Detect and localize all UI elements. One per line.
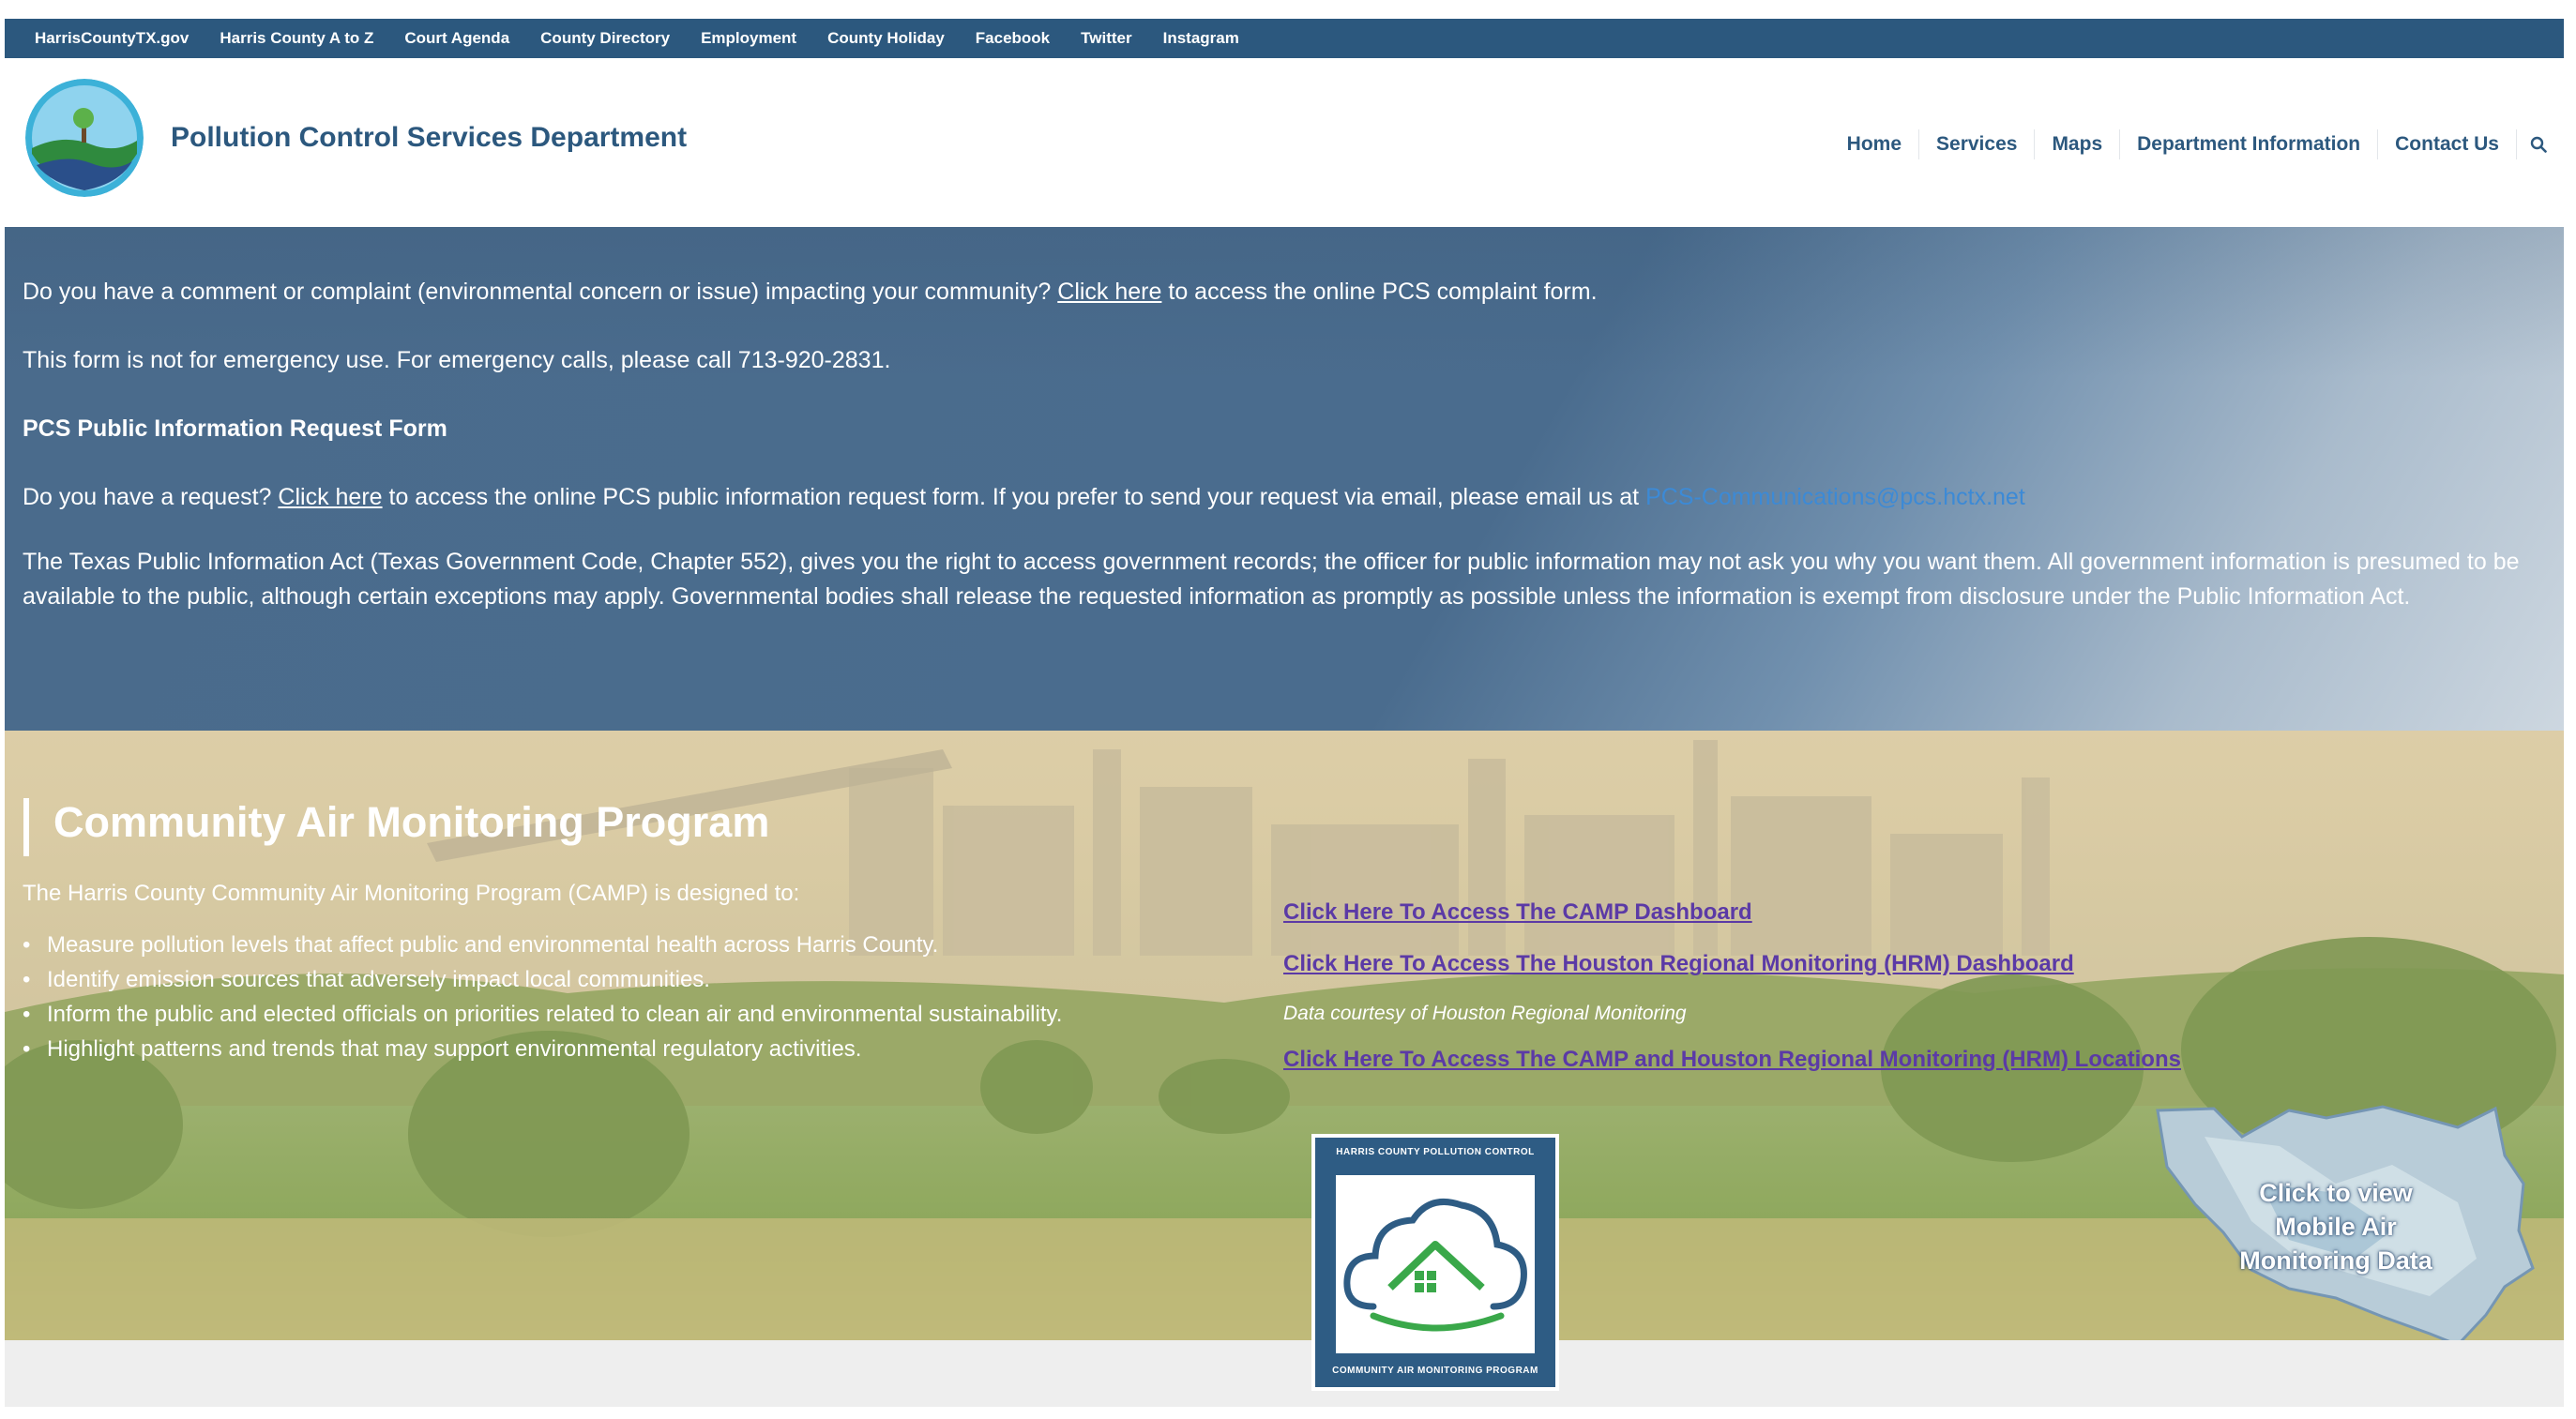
emergency-text: This form is not for emergency use. For …: [23, 347, 891, 373]
cloud-house-icon: [1336, 1175, 1535, 1353]
list-item: Identify emission sources that adversely…: [23, 962, 1062, 997]
nav-contact-us[interactable]: Contact Us: [2378, 129, 2517, 159]
search-icon[interactable]: [2517, 132, 2554, 157]
mobile-text-line3: Monitoring Data: [2239, 1246, 2432, 1275]
utility-link-facebook[interactable]: Facebook: [976, 29, 1050, 48]
utility-link-harriscountytx[interactable]: HarrisCountyTX.gov: [35, 29, 189, 48]
main-nav: Home Services Maps Department Informatio…: [1830, 129, 2554, 159]
complaint-after: to access the online PCS complaint form.: [1161, 279, 1598, 305]
camp-goals-list: Measure pollution levels that affect pub…: [23, 928, 1062, 1066]
camp-hrm-locations-link[interactable]: Click Here To Access The CAMP and Housto…: [1283, 1047, 2181, 1073]
camp-dashboard-link[interactable]: Click Here To Access The CAMP Dashboard: [1283, 899, 1752, 926]
site-title[interactable]: Pollution Control Services Department: [171, 122, 687, 154]
department-logo-icon[interactable]: [25, 79, 144, 197]
camp-title: Community Air Monitoring Program: [53, 798, 770, 846]
list-item: Measure pollution levels that affect pub…: [23, 928, 1062, 962]
list-item: Inform the public and elected officials …: [23, 997, 1062, 1032]
utility-link-instagram[interactable]: Instagram: [1163, 29, 1239, 48]
complaint-form-link[interactable]: Click here: [1057, 279, 1161, 305]
info-section: Do you have a comment or complaint (envi…: [5, 227, 2564, 731]
page-frame: HarrisCountyTX.gov Harris County A to Z …: [5, 19, 2564, 1407]
request-before: Do you have a request?: [23, 484, 279, 510]
camp-intro: The Harris County Community Air Monitori…: [23, 881, 800, 906]
utility-link-a-to-z[interactable]: Harris County A to Z: [220, 29, 373, 48]
utility-link-employment[interactable]: Employment: [701, 29, 796, 48]
utility-link-court-agenda[interactable]: Court Agenda: [404, 29, 509, 48]
complaint-text: Do you have a comment or complaint (envi…: [23, 275, 2546, 309]
hrm-dashboard-link[interactable]: Click Here To Access The Houston Regiona…: [1283, 951, 2074, 977]
public-information-act-text: The Texas Public Information Act (Texas …: [23, 549, 2520, 610]
mobile-text-line1: Click to view: [2259, 1179, 2413, 1207]
utility-link-county-directory[interactable]: County Directory: [540, 29, 670, 48]
list-item: Highlight patterns and trends that may s…: [23, 1032, 1062, 1066]
footer-band: [5, 1340, 2564, 1407]
camp-badge[interactable]: HARRIS COUNTY POLLUTION CONTROL COMMUNIT…: [1311, 1134, 1559, 1391]
utility-link-county-holiday[interactable]: County Holiday: [827, 29, 945, 48]
mobile-text-line2: Mobile Air: [2275, 1213, 2397, 1241]
complaint-before: Do you have a comment or complaint (envi…: [23, 279, 1058, 305]
email-link[interactable]: PCS-Communications@pcs.hctx.net: [1645, 484, 2025, 510]
data-courtesy-note: Data courtesy of Houston Regional Monito…: [1283, 1003, 1687, 1024]
nav-maps[interactable]: Maps: [2035, 129, 2121, 159]
badge-bottom-text: COMMUNITY AIR MONITORING PROGRAM: [1332, 1366, 1538, 1376]
request-middle: to access the online PCS public informat…: [382, 484, 1646, 510]
badge-top-text: HARRIS COUNTY POLLUTION CONTROL: [1336, 1147, 1535, 1157]
utility-link-twitter[interactable]: Twitter: [1081, 29, 1131, 48]
site-header: Pollution Control Services Department Ho…: [5, 58, 2564, 227]
nav-department-information[interactable]: Department Information: [2120, 129, 2379, 159]
utility-nav: HarrisCountyTX.gov Harris County A to Z …: [5, 19, 2564, 58]
request-text: Do you have a request? Click here to acc…: [23, 480, 2546, 515]
request-form-link[interactable]: Click here: [278, 484, 382, 510]
request-heading: PCS Public Information Request Form: [23, 415, 447, 442]
camp-title-accent: [23, 798, 29, 856]
nav-home[interactable]: Home: [1830, 129, 1920, 159]
camp-section: Community Air Monitoring Program The Har…: [5, 731, 2564, 1340]
mobile-air-monitoring-link[interactable]: Click to view Mobile Air Monitoring Data: [2181, 1176, 2491, 1277]
nav-services[interactable]: Services: [1919, 129, 2036, 159]
